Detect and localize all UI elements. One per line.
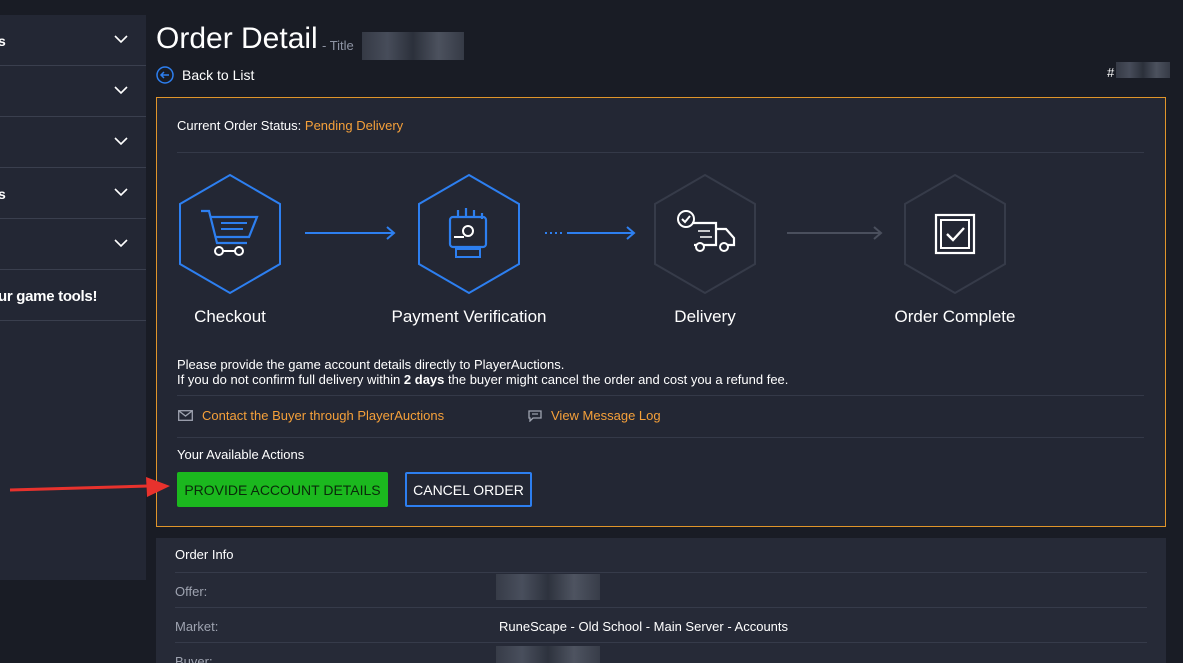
chevron-down-icon bbox=[114, 35, 128, 44]
title-suffix: - Title bbox=[322, 38, 354, 53]
step-checkout bbox=[177, 173, 283, 295]
table-row: Buyer: bbox=[175, 642, 1147, 663]
order-info-label: Offer: bbox=[175, 584, 208, 599]
order-number-prefix: # bbox=[1107, 65, 1115, 80]
step-label: Checkout bbox=[194, 307, 266, 326]
back-to-list-label: Back to List bbox=[182, 67, 255, 83]
back-arrow-icon bbox=[156, 66, 174, 84]
annotation-arrow bbox=[9, 477, 170, 497]
mail-icon bbox=[178, 410, 193, 421]
sidebar-item-1[interactable]: s bbox=[0, 15, 146, 66]
view-message-log-link[interactable]: View Message Log bbox=[528, 408, 661, 423]
redacted-buyer-name bbox=[496, 646, 600, 663]
step-label: Payment Verification bbox=[391, 307, 547, 326]
step-order-complete bbox=[902, 173, 1008, 295]
table-row: Offer: bbox=[175, 572, 1147, 607]
contact-buyer-label: Contact the Buyer through PlayerAuctions bbox=[202, 408, 445, 423]
step-delivery bbox=[652, 173, 758, 295]
sidebar-item-2[interactable] bbox=[0, 66, 146, 117]
redacted-offer-title bbox=[496, 574, 600, 600]
order-info-label: Market: bbox=[175, 619, 219, 634]
back-to-list-link[interactable]: Back to List bbox=[156, 66, 254, 84]
sidebar-promo-link[interactable]: ur game tools! bbox=[0, 270, 146, 321]
delivery-instructions: Please provide the game account details … bbox=[177, 357, 788, 387]
step-arrow-inactive bbox=[787, 226, 883, 240]
table-row: Market: RuneScape - Old School - Main Se… bbox=[175, 607, 1147, 642]
step-payment-verification bbox=[416, 173, 522, 295]
order-info-value: RuneScape - Old School - Main Server - A… bbox=[499, 619, 789, 634]
delivery-truck-icon bbox=[677, 210, 736, 252]
sidebar-item-3[interactable] bbox=[0, 117, 146, 168]
info-line-2-text: If you do not confirm full delivery with… bbox=[177, 372, 401, 387]
sidebar-promo-label: ur game tools! bbox=[0, 288, 98, 305]
payment-icon bbox=[448, 208, 488, 258]
cancel-order-button[interactable]: CANCEL ORDER bbox=[405, 472, 532, 507]
divider bbox=[177, 395, 1144, 396]
sidebar-item-4[interactable]: s bbox=[0, 168, 146, 219]
checkbox-icon bbox=[934, 213, 976, 255]
order-status-label: Current Order Status: bbox=[177, 118, 302, 133]
order-status-value: Pending Delivery bbox=[304, 118, 404, 133]
order-status-line: Current Order Status: Pending Delivery bbox=[177, 118, 403, 133]
redacted-order-number bbox=[1116, 62, 1170, 78]
available-actions-title: Your Available Actions bbox=[177, 447, 305, 462]
chevron-down-icon bbox=[114, 188, 128, 197]
step-label: Delivery bbox=[674, 307, 736, 326]
contact-buyer-link[interactable]: Contact the Buyer through PlayerAuctions bbox=[178, 408, 444, 423]
order-info-panel: Order Info Offer: Market: RuneScape - Ol… bbox=[156, 538, 1166, 663]
message-icon bbox=[528, 409, 542, 422]
step-arrow-dotted bbox=[545, 226, 636, 240]
info-line-2-text-end: the buyer might cancel the order and cos… bbox=[448, 372, 789, 387]
view-message-log-label: View Message Log bbox=[551, 408, 661, 423]
order-info-label: Buyer: bbox=[175, 654, 213, 663]
chevron-down-icon bbox=[114, 137, 128, 146]
sidebar-item-label: s bbox=[0, 33, 6, 49]
info-line-2: If you do not confirm full delivery with… bbox=[177, 372, 788, 387]
redacted-title bbox=[362, 32, 464, 60]
order-status-card: Current Order Status: Pending Delivery C… bbox=[156, 97, 1166, 527]
sidebar-item-5[interactable] bbox=[0, 219, 146, 270]
chevron-down-icon bbox=[114, 239, 128, 248]
step-label: Order Complete bbox=[894, 307, 1016, 326]
divider bbox=[177, 437, 1144, 438]
delivery-deadline: 2 days bbox=[403, 372, 445, 387]
divider bbox=[177, 152, 1144, 153]
provide-account-details-button[interactable]: PROVIDE ACCOUNT DETAILS bbox=[177, 472, 388, 507]
page-title: Order Detail bbox=[156, 22, 318, 55]
order-info-title: Order Info bbox=[175, 547, 234, 562]
sidebar-item-label: s bbox=[0, 186, 6, 202]
step-arrow bbox=[305, 226, 396, 240]
info-line-1: Please provide the game account details … bbox=[177, 357, 565, 372]
chevron-down-icon bbox=[114, 86, 128, 95]
cart-icon bbox=[201, 209, 259, 256]
